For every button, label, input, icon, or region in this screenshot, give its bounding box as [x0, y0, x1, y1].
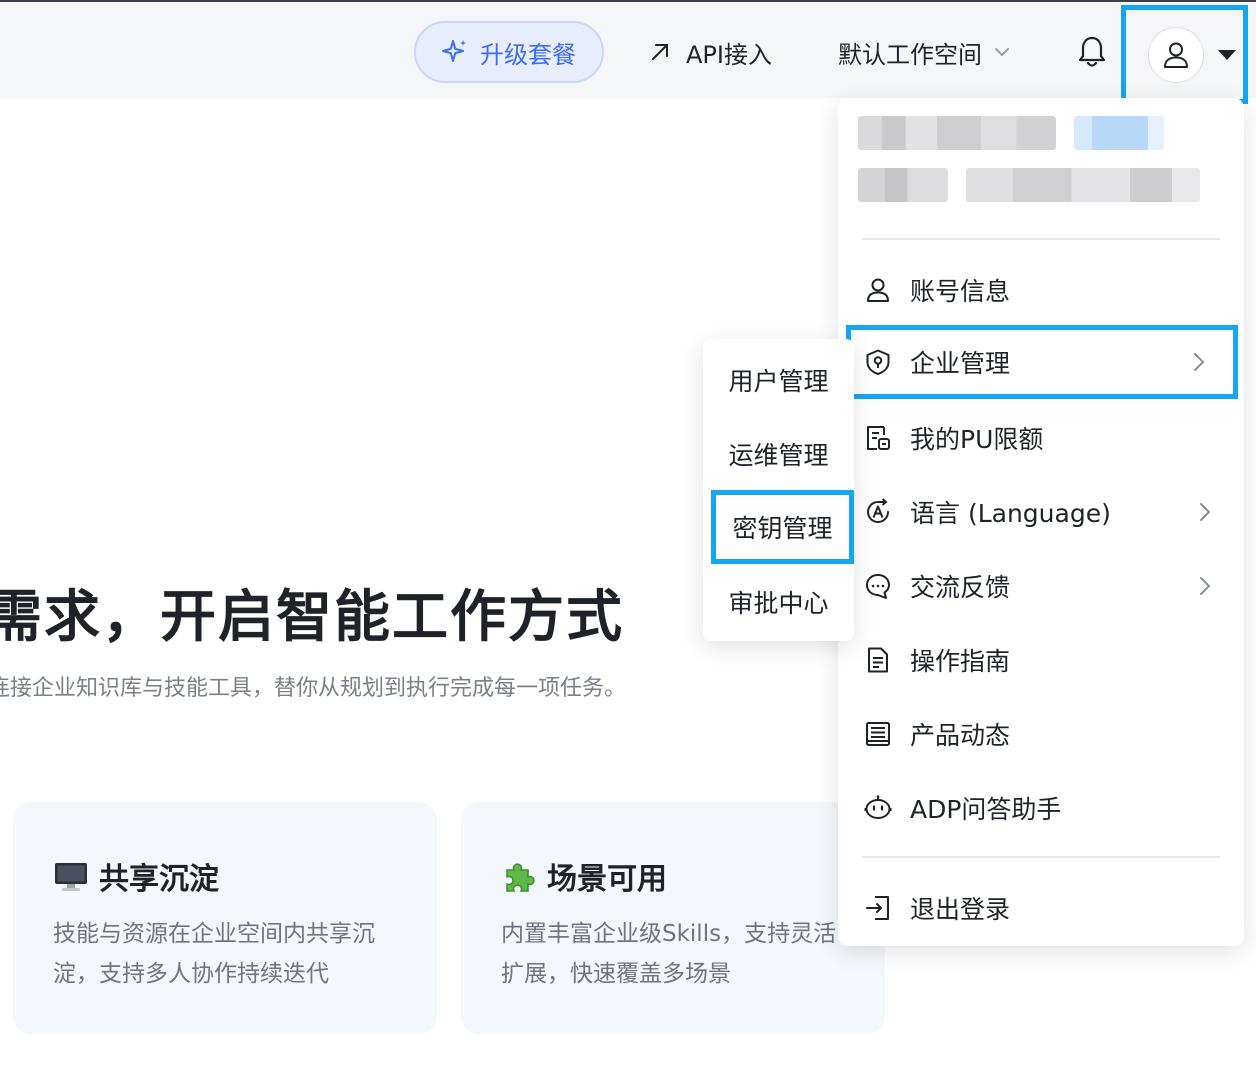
- menu-item-product-news[interactable]: 产品动态: [838, 697, 1244, 771]
- hero-title: 需求，开启智能工作方式: [0, 585, 624, 650]
- api-access-link[interactable]: API接入: [648, 32, 772, 72]
- avatar[interactable]: [1148, 26, 1204, 83]
- menu-item-enterprise-management[interactable]: 企业管理: [846, 325, 1238, 399]
- caret-down-icon: [1218, 49, 1236, 60]
- menu-divider: [862, 238, 1220, 240]
- card-heading: 共享沉淀: [53, 854, 397, 898]
- menu-item-adp-assistant[interactable]: ADP问答助手: [838, 771, 1244, 845]
- workspace-label: 默认工作空间: [838, 40, 982, 69]
- upgrade-plan-button[interactable]: 升级套餐: [414, 21, 604, 83]
- user-dropdown-menu: 账号信息 企业管理 我的PU限额 语言 (Language) 交流反馈 操作指南…: [838, 98, 1244, 946]
- card-description: 内置丰富企业级Skills，支持灵活扩展，快速覆盖多场景: [501, 921, 837, 987]
- chevron-right-icon: [1194, 353, 1205, 371]
- submenu-item-key-management[interactable]: 密钥管理: [711, 490, 854, 564]
- api-label: API接入: [686, 40, 772, 69]
- hero-subtitle: 连接企业知识库与技能工具，替你从规划到执行完成每一项任务。: [0, 676, 627, 701]
- language-icon: [867, 498, 889, 523]
- menu-divider: [862, 856, 1220, 858]
- shield-icon: [866, 349, 890, 375]
- feedback-icon: [866, 574, 890, 599]
- blurred-username: [858, 116, 1056, 150]
- menu-item-label: 操作指南: [910, 647, 1011, 676]
- blurred-email: [966, 168, 1200, 202]
- card-heading: 场景可用: [501, 854, 845, 898]
- chevron-right-icon: [1200, 503, 1211, 521]
- menu-item-label: 账号信息: [910, 277, 1011, 306]
- sparkle-icon: [442, 40, 466, 62]
- menu-item-label: 我的PU限额: [910, 425, 1044, 454]
- upgrade-label: 升级套餐: [480, 40, 576, 69]
- menu-item-pu-quota[interactable]: 我的PU限额: [838, 401, 1244, 475]
- menu-item-user-guide[interactable]: 操作指南: [838, 623, 1244, 697]
- user-icon: [867, 278, 889, 302]
- quota-icon: [867, 426, 890, 450]
- enterprise-submenu: 用户管理 运维管理 密钥管理 审批中心: [703, 339, 854, 641]
- submenu-item-ops-management[interactable]: 运维管理: [703, 417, 854, 491]
- user-menu-trigger[interactable]: [1121, 5, 1248, 104]
- menu-item-feedback[interactable]: 交流反馈: [838, 549, 1244, 623]
- menu-item-language[interactable]: 语言 (Language): [838, 475, 1244, 549]
- menu-item-label: ADP问答助手: [910, 795, 1062, 824]
- workspace-selector[interactable]: 默认工作空间: [838, 32, 1012, 72]
- menu-item-logout[interactable]: 退出登录: [838, 871, 1244, 945]
- feature-card-scenario[interactable]: 场景可用 内置丰富企业级Skills，支持灵活扩展，快速覆盖多场景: [461, 802, 885, 1034]
- blurred-label: [858, 168, 948, 202]
- top-header: 升级套餐 API接入 默认工作空间: [0, 0, 1256, 104]
- bell-icon[interactable]: [1076, 35, 1108, 69]
- menu-item-label: 产品动态: [910, 721, 1011, 750]
- chevron-down-icon: [995, 48, 1009, 57]
- news-icon: [866, 722, 890, 746]
- menu-item-label: 语言 (Language): [910, 499, 1111, 528]
- user-icon: [1164, 42, 1188, 68]
- submenu-item-approval-center[interactable]: 审批中心: [703, 565, 854, 639]
- robot-icon: [864, 795, 892, 819]
- menu-item-account-info[interactable]: 账号信息: [838, 253, 1244, 327]
- menu-item-label: 退出登录: [910, 895, 1011, 924]
- chevron-right-icon: [1200, 577, 1211, 595]
- card-title: 场景可用: [547, 862, 667, 897]
- feature-card-shared[interactable]: 共享沉淀 技能与资源在企业空间内共享沉淀，支持多人协作持续迭代: [13, 802, 437, 1034]
- computer-icon: [55, 863, 87, 891]
- card-description: 技能与资源在企业空间内共享沉淀，支持多人协作持续迭代: [53, 921, 375, 987]
- arrow-up-right-icon: [652, 44, 668, 60]
- document-icon: [868, 647, 888, 673]
- menu-item-label: 交流反馈: [910, 573, 1011, 602]
- submenu-item-user-management[interactable]: 用户管理: [703, 343, 854, 417]
- blurred-badge: [1074, 116, 1164, 150]
- card-title: 共享沉淀: [99, 862, 219, 897]
- logout-icon: [866, 896, 889, 920]
- menu-item-label: 企业管理: [910, 349, 1011, 378]
- puzzle-icon: [506, 863, 535, 892]
